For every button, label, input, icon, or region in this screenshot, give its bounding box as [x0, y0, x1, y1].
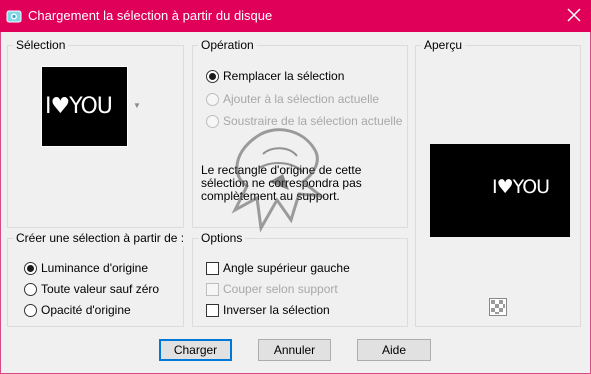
options-group: Options Angle supérieur gauche Couper se…: [192, 230, 408, 327]
radio-source-luminance[interactable]: Luminance d'origine: [24, 260, 148, 276]
checkbox-crop-to-canvas[interactable]: Couper selon support: [206, 281, 338, 297]
radio-source-opacity[interactable]: Opacité d'origine: [24, 302, 131, 318]
checkbox[interactable]: [206, 303, 219, 317]
checkerboard-icon[interactable]: [489, 298, 507, 316]
close-icon[interactable]: [565, 6, 583, 24]
radio-button[interactable]: [24, 303, 37, 317]
help-button[interactable]: Aide: [357, 339, 431, 361]
chevron-down-icon[interactable]: ▼: [133, 101, 141, 110]
checkbox-invert-selection[interactable]: Inverser la sélection: [206, 302, 330, 318]
preview-group: Aperçu I♥YOU: [415, 37, 581, 327]
radio-button[interactable]: [24, 261, 37, 275]
selection-group: Sélection I♥YOU ▼: [7, 37, 184, 228]
radio-replace-label: Remplacer la sélection: [223, 69, 345, 83]
checkbox[interactable]: [206, 261, 219, 275]
preview-image-text: I♥YOU: [492, 176, 550, 198]
crop-to-canvas-label: Couper selon support: [223, 282, 338, 296]
watermark-logo: [211, 124, 341, 237]
preview-image: I♥YOU: [430, 144, 570, 237]
selection-thumbnail[interactable]: I♥YOU: [41, 66, 128, 147]
radio-button[interactable]: [206, 92, 219, 106]
radio-replace-selection[interactable]: Remplacer la sélection: [206, 68, 344, 84]
radio-opacity-label: Opacité d'origine: [41, 303, 131, 317]
selection-group-label: Sélection: [13, 37, 69, 53]
operation-group-label: Opération: [198, 37, 257, 53]
thumbnail-text: I♥YOU: [45, 94, 113, 119]
radio-button[interactable]: [24, 282, 37, 296]
preview-group-label: Aperçu: [421, 37, 466, 53]
load-button[interactable]: Charger: [159, 339, 232, 361]
create-selection-group: Créer une sélection à partir de : Lumina…: [7, 230, 188, 327]
title-bar: Chargement la sélection à partir du disq…: [0, 0, 591, 32]
radio-add-selection[interactable]: Ajouter à la sélection actuelle: [206, 91, 379, 107]
invert-selection-label: Inverser la sélection: [223, 303, 330, 317]
radio-add-label: Ajouter à la sélection actuelle: [223, 92, 380, 106]
radio-nonzero-value[interactable]: Toute valeur sauf zéro: [24, 281, 159, 297]
window-title: Chargement la sélection à partir du disq…: [28, 8, 273, 23]
dialog-body: Sélection I♥YOU ▼ Opération Remplacer la…: [0, 32, 591, 374]
watermark-graphic: [231, 128, 326, 233]
create-group-label: Créer une sélection à partir de :: [13, 230, 188, 246]
checkbox[interactable]: [206, 282, 219, 296]
radio-nonzero-label: Toute valeur sauf zéro: [41, 282, 160, 296]
cancel-button[interactable]: Annuler: [258, 339, 331, 361]
radio-luminance-label: Luminance d'origine: [41, 261, 149, 275]
top-left-corner-label: Angle supérieur gauche: [223, 261, 350, 275]
checkbox-top-left-corner[interactable]: Angle supérieur gauche: [206, 260, 350, 276]
app-icon: [6, 10, 22, 23]
radio-button[interactable]: [206, 69, 219, 83]
